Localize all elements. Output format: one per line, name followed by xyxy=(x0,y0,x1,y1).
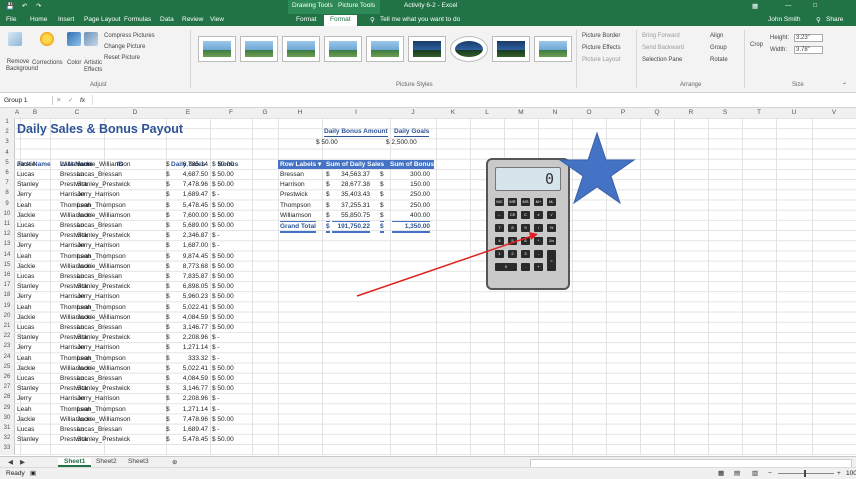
zoom-slider[interactable] xyxy=(778,473,834,474)
status-ready: Ready xyxy=(6,470,25,477)
macro-record-icon[interactable]: ▣ xyxy=(30,469,36,478)
tab-sheet1[interactable]: Sheet1 xyxy=(58,458,92,467)
add-sheet-icon[interactable]: ⊕ xyxy=(172,458,177,466)
shapes-layer xyxy=(356,131,636,297)
page-break-view-icon[interactable]: ▥ xyxy=(752,469,758,478)
zoom-out-icon[interactable]: − xyxy=(768,469,772,478)
tab-sheet3[interactable]: Sheet3 xyxy=(128,458,149,465)
status-bar: Ready ▣ ▦ ▤ ▥ − + 100% xyxy=(0,467,856,479)
arrow-head xyxy=(529,232,538,240)
zoom-slider-thumb[interactable] xyxy=(804,470,806,477)
zoom-in-icon[interactable]: + xyxy=(837,469,841,478)
star-shape[interactable] xyxy=(558,131,636,205)
scroll-right-icon[interactable]: ▶ xyxy=(20,458,25,466)
page-layout-view-icon[interactable]: ▤ xyxy=(734,469,740,478)
scroll-left-icon[interactable]: ◀ xyxy=(8,458,13,466)
tab-sheet2[interactable]: Sheet2 xyxy=(96,458,117,465)
zoom-level[interactable]: 100% xyxy=(846,469,856,478)
normal-view-icon[interactable]: ▦ xyxy=(718,469,724,478)
red-arrow-shape[interactable] xyxy=(356,235,533,297)
